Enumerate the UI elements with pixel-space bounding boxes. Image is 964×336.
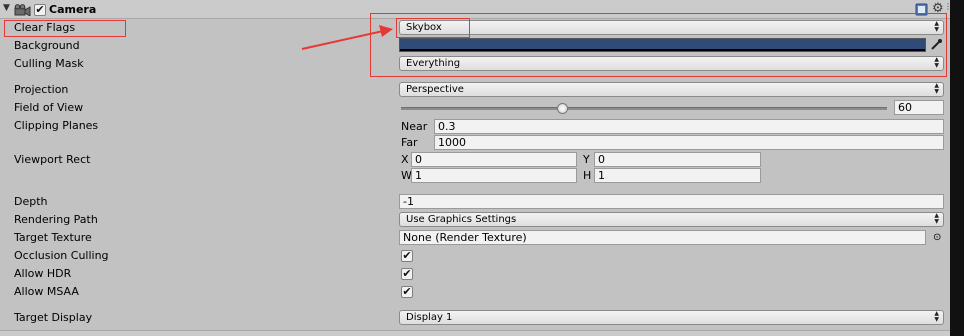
annotation-arrow — [301, 25, 393, 50]
